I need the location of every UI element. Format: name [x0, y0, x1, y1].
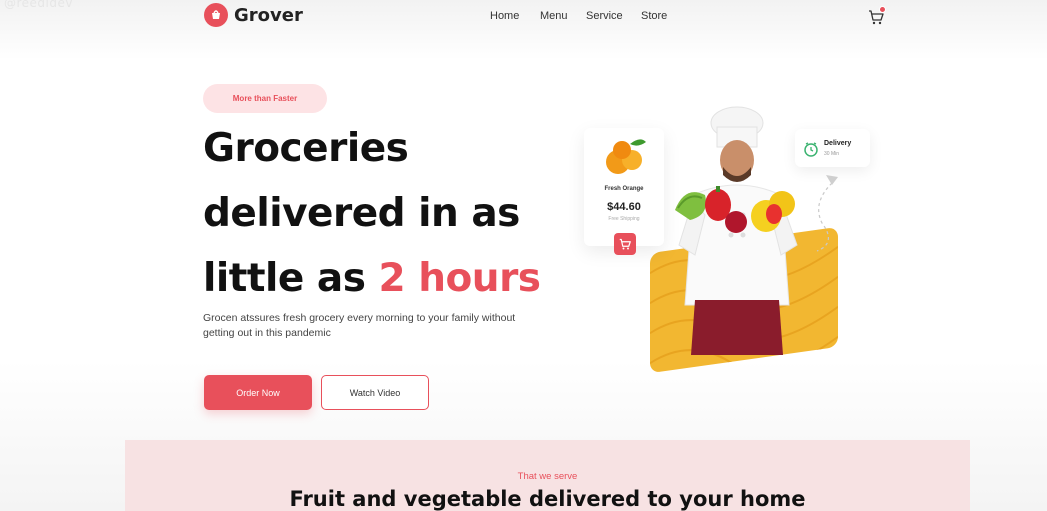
- headline-line-3: little as 2 hours: [203, 246, 563, 311]
- cart-button[interactable]: [868, 6, 888, 27]
- watermark: @reedidev: [4, 0, 73, 10]
- cart-badge: [879, 6, 886, 13]
- brand-logo[interactable]: Grover: [204, 3, 303, 27]
- serve-section: That we serve Fruit and vegetable delive…: [125, 440, 970, 511]
- headline-line-2: delivered in as: [203, 191, 520, 236]
- delivery-time: 30 Min: [824, 151, 840, 157]
- nav-store[interactable]: Store: [641, 10, 681, 22]
- nav-home[interactable]: Home: [490, 10, 540, 22]
- watch-video-button[interactable]: Watch Video: [321, 375, 429, 410]
- serve-kicker: That we serve: [517, 471, 578, 482]
- serve-title: Fruit and vegetable delivered to your ho…: [289, 487, 806, 511]
- product-shipping: Free Shipping: [608, 216, 640, 222]
- headline-line-3-prefix: little as: [203, 256, 379, 301]
- delivery-title: Delivery: [824, 140, 852, 147]
- logo-icon: [204, 3, 228, 27]
- product-price: $44.60: [607, 201, 641, 213]
- hero-headline: Groceries delivered in as little as 2 ho…: [203, 116, 563, 311]
- hero-subtext: Grocen atssures fresh grocery every morn…: [203, 312, 516, 339]
- clock-icon: [804, 142, 818, 157]
- hero-badge: More than Faster: [203, 84, 327, 113]
- brand-name: Grover: [234, 4, 303, 26]
- nav-menu[interactable]: Menu: [540, 10, 586, 22]
- product-card[interactable]: Fresh Orange $44.60 Free Shipping: [584, 128, 664, 246]
- order-now-button[interactable]: Order Now: [204, 375, 312, 410]
- dashed-path-decoration: [816, 175, 838, 252]
- nav-service[interactable]: Service: [586, 10, 641, 22]
- product-name: Fresh Orange: [604, 186, 644, 192]
- main-nav: Home Menu Service Store: [490, 10, 681, 22]
- orange-icon: [606, 139, 646, 174]
- cart-icon: [619, 238, 631, 250]
- hero-illustration: Fresh Orange $44.60 Free Shipping Delive…: [570, 105, 880, 374]
- headline-accent: 2 hours: [378, 256, 541, 301]
- headline-line-1: Groceries: [203, 126, 409, 171]
- add-to-cart-button[interactable]: [614, 233, 636, 255]
- vegetables: [675, 186, 795, 233]
- delivery-card: Delivery 30 Min: [795, 129, 870, 167]
